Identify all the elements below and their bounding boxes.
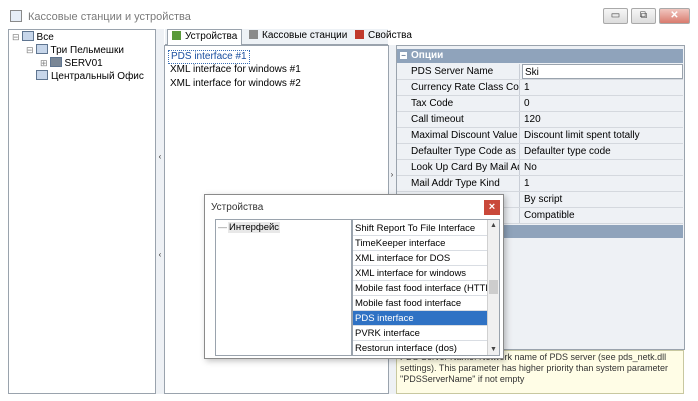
interface-list-item[interactable]: Mobile fast food interface <box>353 296 487 311</box>
stations-tree: ⊟ Все ⊟ Три Пельмешки ⊞ SERV01 Центральный Офи… <box>12 31 154 91</box>
tab-properties[interactable]: Свойства <box>351 29 416 43</box>
interface-list-scrollbar[interactable]: ▲ ▼ <box>487 220 499 355</box>
dialog-title: Устройства <box>211 202 264 213</box>
station-icon <box>36 70 48 80</box>
property-value[interactable]: Ski <box>522 64 683 79</box>
scroll-thumb[interactable] <box>489 280 498 294</box>
tab-devices[interactable]: Устройства <box>167 29 243 45</box>
station-icon <box>49 57 62 67</box>
tab-label: Свойства <box>368 30 412 41</box>
property-name: Look Up Card By Mail Addr <box>397 160 520 175</box>
interface-tree: — Интерфейс <box>215 219 352 356</box>
property-row[interactable]: Mail Addr Type Kind 1 <box>397 176 683 192</box>
tree-node-label: Все <box>36 32 54 43</box>
property-section-header[interactable]: − Опции <box>397 49 683 63</box>
tab-icon <box>249 30 258 39</box>
tab-cash-stations[interactable]: Кассовые станции <box>245 29 351 43</box>
station-icon <box>35 44 48 54</box>
property-row[interactable]: PDS Server Name Ski <box>397 64 683 80</box>
scroll-up-icon[interactable]: ▲ <box>488 220 499 231</box>
interface-list-item[interactable]: Shift Report To File Interface <box>353 221 487 236</box>
tree-connector: — <box>218 222 227 232</box>
interface-list-item[interactable]: TimeKeeper interface <box>353 236 487 251</box>
tree-expander-icon[interactable]: ⊟ <box>26 45 34 55</box>
left-splitter[interactable] <box>156 29 164 394</box>
splitter-collapse-icon[interactable]: ‹ <box>156 250 164 259</box>
property-row[interactable]: Defaulter Type Code as Defaulter type cod… <box>397 144 683 160</box>
property-row[interactable]: Call timeout 120 <box>397 112 683 128</box>
tree-node-label: Центральный Офис <box>51 71 144 82</box>
dialog-close-button[interactable]: × <box>484 200 500 215</box>
interface-list-item[interactable]: Restorun interface (dos) <box>353 341 487 355</box>
window-title: Кассовые станции и устройства <box>28 11 191 23</box>
property-name: Tax Code <box>397 96 520 111</box>
property-value[interactable]: By script <box>522 192 683 207</box>
property-name: Mail Addr Type Kind <box>397 176 520 191</box>
tree-node-label: SERV01 <box>64 58 103 69</box>
minimize-button[interactable]: ▭ <box>603 8 628 24</box>
station-icon <box>21 31 34 41</box>
tab-label: Кассовые станции <box>262 30 348 41</box>
interface-list-item[interactable]: XML interface for windows <box>353 266 487 281</box>
maximize-button[interactable]: ⧉ <box>631 8 656 24</box>
interface-list: Shift Report To File Interface TimeKeeper… <box>352 219 500 356</box>
property-row[interactable]: Currency Rate Class Code 1 <box>397 80 683 96</box>
tree-expander-icon[interactable]: ⊞ <box>40 58 48 68</box>
app-icon <box>10 10 22 22</box>
property-name: Defaulter Type Code as <box>397 144 520 159</box>
tab-icon <box>355 30 364 39</box>
property-value[interactable]: 1 <box>522 80 683 95</box>
device-list-item[interactable]: XML interface for windows #1 <box>168 64 303 76</box>
close-button[interactable]: ✕ <box>659 8 690 24</box>
property-row[interactable]: Look Up Card By Mail Addr No <box>397 160 683 176</box>
devices-dialog: Устройства × — Интерфейс Shift Report To… <box>204 194 504 359</box>
property-value[interactable]: No <box>522 160 683 175</box>
splitter-expand-icon[interactable]: › <box>388 170 396 179</box>
property-name: Maximal Discount Value = 0 <box>397 128 520 143</box>
property-value[interactable]: 1 <box>522 176 683 191</box>
property-value[interactable]: Discount limit spent totally <box>522 128 683 143</box>
property-value[interactable]: 120 <box>522 112 683 127</box>
property-value[interactable]: 0 <box>522 96 683 111</box>
splitter-collapse-icon[interactable]: ‹ <box>156 152 164 161</box>
property-section-label: Опции <box>411 50 444 61</box>
scroll-down-icon[interactable]: ▼ <box>488 344 499 355</box>
property-row[interactable]: Tax Code 0 <box>397 96 683 112</box>
interface-list-item[interactable]: PVRK interface <box>353 326 487 341</box>
tree-expander-icon[interactable]: ⊟ <box>12 32 20 42</box>
tree-node[interactable]: ⊟ Все <box>12 31 54 43</box>
device-list-item[interactable]: PDS interface #1 <box>168 50 250 64</box>
property-row[interactable]: Maximal Discount Value = 0Discount limit… <box>397 128 683 144</box>
property-name: Currency Rate Class Code <box>397 80 520 95</box>
interface-tree-root[interactable]: Интерфейс <box>228 222 281 233</box>
tree-node[interactable]: Центральный Офис <box>26 70 144 82</box>
interface-list-item[interactable]: Mobile fast food interface (HTTP) <box>353 281 487 296</box>
property-value[interactable]: Compatible <box>522 208 683 223</box>
interface-list-item[interactable]: PDS interface <box>353 311 487 326</box>
property-value[interactable]: Defaulter type code <box>522 144 683 159</box>
tabs: Устройства Кассовые станции Свойства <box>165 29 412 45</box>
tree-node[interactable]: ⊞ SERV01 <box>40 57 103 69</box>
tab-icon <box>172 31 181 40</box>
property-name: PDS Server Name <box>397 64 520 79</box>
interface-list-item[interactable]: XML interface for DOS <box>353 251 487 266</box>
tree-node-label: Три Пельмешки <box>50 45 124 56</box>
device-list-item[interactable]: XML interface for windows #2 <box>168 78 303 90</box>
property-name: Call timeout <box>397 112 520 127</box>
tree-node[interactable]: ⊟ Три Пельмешки <box>26 44 124 56</box>
tab-label: Устройства <box>185 31 238 42</box>
collapse-icon[interactable]: − <box>400 52 407 60</box>
